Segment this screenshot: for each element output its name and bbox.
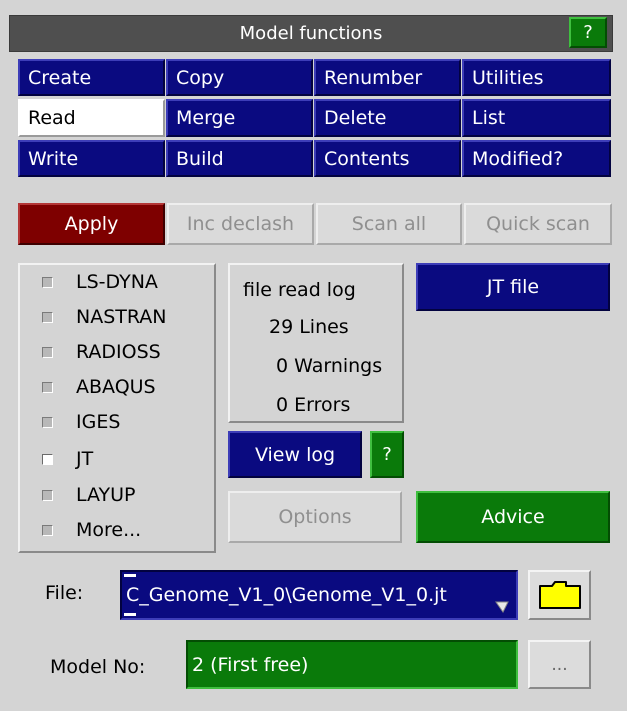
function-delete-button[interactable]: Delete [314, 99, 461, 137]
format-label: LAYUP [76, 484, 136, 506]
inc-declash-button[interactable]: Inc declash [167, 203, 314, 245]
advice-label: Advice [481, 506, 545, 528]
text-cursor-bottom [124, 613, 136, 616]
model-no-value: 2 (First free) [192, 653, 309, 676]
text-cursor-top [124, 574, 136, 577]
panel-title: Model functions [239, 23, 383, 44]
function-label: Build [176, 147, 224, 170]
help-label: ? [382, 444, 392, 465]
browse-folder-button[interactable] [528, 570, 591, 620]
file-label: File: [45, 582, 84, 604]
advice-button[interactable]: Advice [416, 491, 610, 543]
checkbox[interactable] [42, 381, 53, 393]
function-label: Modified? [472, 147, 564, 170]
format-item-abaqus[interactable]: ABAQUS [36, 375, 156, 399]
jt-file-label: JT file [486, 276, 540, 298]
quick-scan-label: Quick scan [486, 213, 590, 235]
model-no-field[interactable]: 2 (First free) [186, 640, 518, 689]
format-item-radioss[interactable]: RADIOSS [36, 340, 161, 364]
checkbox[interactable] [42, 276, 53, 288]
function-label: Delete [324, 107, 387, 129]
checkbox[interactable] [42, 311, 53, 323]
function-merge-button[interactable]: Merge [166, 99, 313, 137]
format-label: LS-DYNA [76, 271, 158, 293]
format-item-more[interactable]: More... [36, 518, 141, 542]
options-button[interactable]: Options [228, 491, 402, 543]
function-label: Copy [176, 66, 225, 89]
function-label: List [472, 107, 506, 129]
checkbox-checked[interactable] [42, 453, 53, 465]
log-warnings: 0 Warnings [276, 355, 383, 377]
format-item-jt[interactable]: JT [36, 447, 93, 471]
function-contents-button[interactable]: Contents [314, 140, 461, 177]
help-label: ? [583, 22, 593, 43]
format-item-iges[interactable]: IGES [36, 410, 120, 434]
log-lines: 29 Lines [269, 316, 349, 338]
function-label: Merge [176, 107, 236, 129]
apply-label: Apply [64, 213, 119, 235]
checkbox[interactable] [42, 416, 53, 428]
function-write-button[interactable]: Write [18, 140, 165, 177]
folder-icon [538, 581, 581, 609]
quick-scan-button[interactable]: Quick scan [464, 203, 612, 245]
more-label: ... [551, 654, 568, 675]
format-label: RADIOSS [76, 341, 161, 363]
model-no-label: Model No: [50, 656, 146, 678]
function-copy-button[interactable]: Copy [166, 59, 313, 96]
scan-all-button[interactable]: Scan all [316, 203, 462, 245]
function-utilities-button[interactable]: Utilities [462, 59, 611, 96]
panel-title-bar: Model functions [9, 15, 613, 52]
checkbox[interactable] [42, 346, 53, 358]
view-log-label: View log [254, 443, 336, 466]
format-label: NASTRAN [76, 306, 167, 328]
title-help-button[interactable]: ? [569, 17, 607, 48]
function-read-button[interactable]: Read [18, 99, 165, 137]
function-label: Read [28, 107, 76, 129]
function-create-button[interactable]: Create [18, 59, 165, 96]
apply-button[interactable]: Apply [18, 203, 165, 245]
model-no-more-button[interactable]: ... [528, 640, 591, 689]
function-label: Renumber [324, 66, 423, 89]
function-label: Contents [324, 147, 410, 170]
log-help-button[interactable]: ? [370, 431, 404, 478]
log-errors: 0 Errors [276, 394, 351, 416]
format-label: More... [76, 519, 142, 541]
jt-file-button[interactable]: JT file [416, 263, 610, 311]
dropdown-arrow-icon[interactable] [494, 598, 510, 614]
function-modified-button[interactable]: Modified? [462, 140, 611, 177]
format-label: JT [76, 448, 94, 470]
function-renumber-button[interactable]: Renumber [314, 59, 461, 96]
format-label: IGES [76, 411, 121, 433]
checkbox[interactable] [42, 489, 53, 501]
options-label: Options [278, 506, 352, 528]
function-label: Write [28, 147, 79, 170]
inc-declash-label: Inc declash [186, 213, 295, 235]
format-item-nastran[interactable]: NASTRAN [36, 305, 167, 329]
file-path-value: C_Genome_V1_0\Genome_V1_0.jt [126, 584, 447, 606]
log-title: file read log [243, 279, 356, 301]
format-label: ABAQUS [76, 376, 156, 398]
format-list-panel: LS-DYNA NASTRAN RADIOSS ABAQUS IGES JT L… [18, 263, 216, 553]
view-log-button[interactable]: View log [228, 431, 362, 478]
function-build-button[interactable]: Build [166, 140, 313, 177]
scan-all-label: Scan all [351, 213, 427, 235]
file-read-log-panel: file read log 29 Lines 0 Warnings 0 Erro… [228, 263, 404, 423]
checkbox[interactable] [42, 524, 53, 536]
function-label: Utilities [472, 66, 544, 89]
file-path-field[interactable]: C_Genome_V1_0\Genome_V1_0.jt [120, 570, 518, 620]
function-list-button[interactable]: List [462, 99, 611, 137]
function-label: Create [28, 66, 92, 89]
format-item-ls-dyna[interactable]: LS-DYNA [36, 270, 158, 294]
format-item-layup[interactable]: LAYUP [36, 483, 136, 507]
